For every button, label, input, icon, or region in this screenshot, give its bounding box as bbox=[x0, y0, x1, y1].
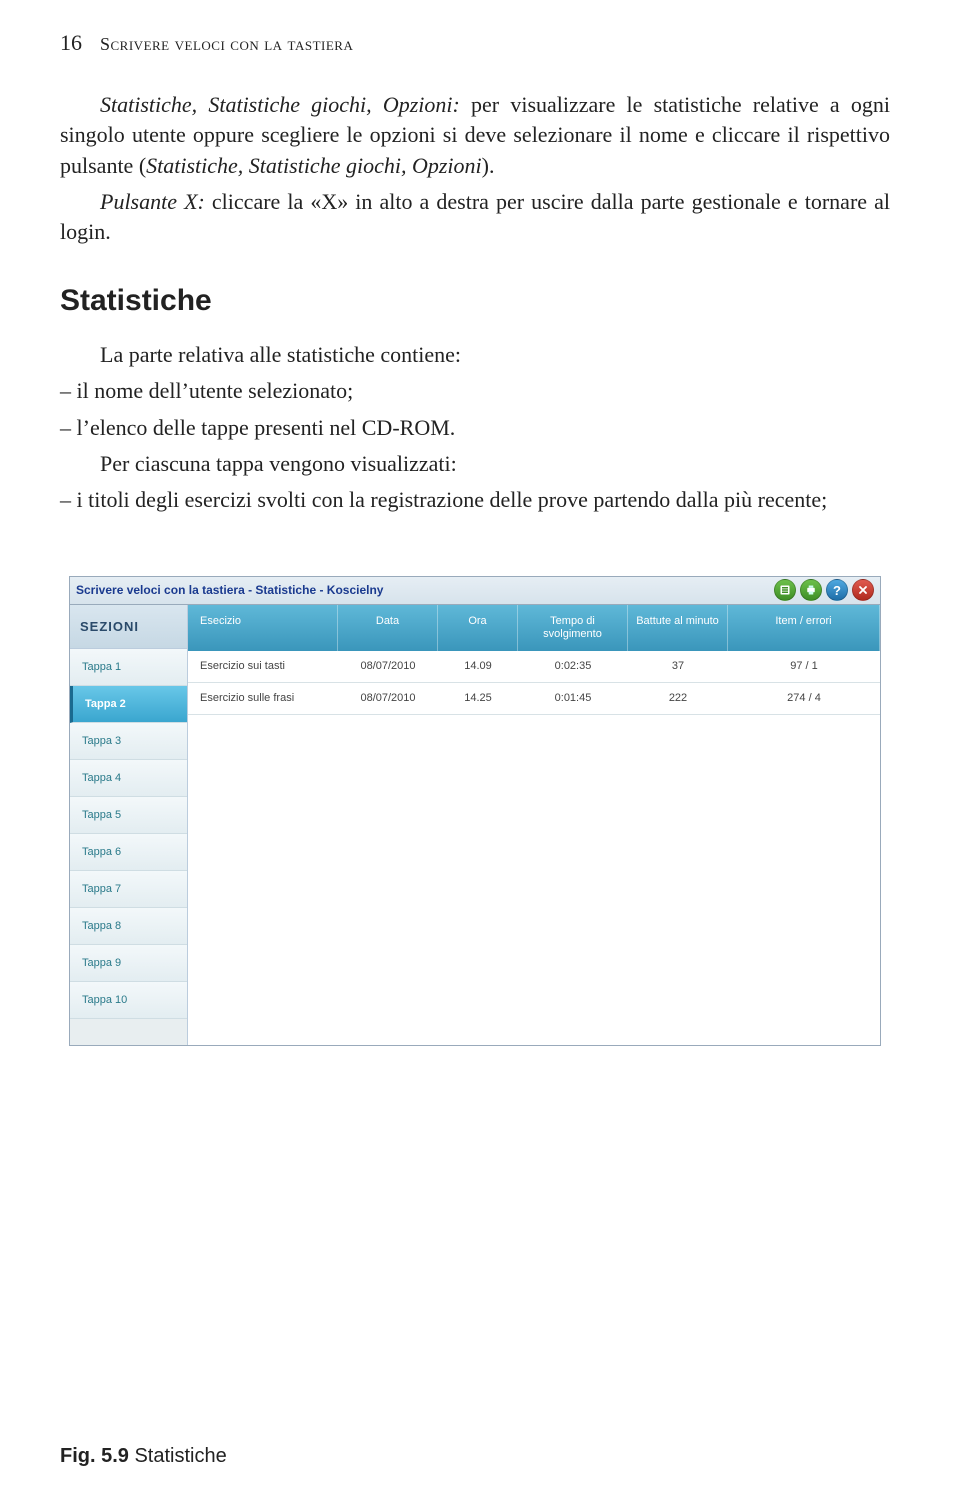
sidebar-heading: SEZIONI bbox=[70, 605, 187, 649]
cell-item: 97 / 1 bbox=[728, 651, 880, 682]
cell-data: 08/07/2010 bbox=[338, 651, 438, 682]
titlebar: Scrivere veloci con la tastiera - Statis… bbox=[70, 577, 880, 605]
table-row[interactable]: Esercizio sulle frasi08/07/201014.250:01… bbox=[188, 683, 880, 715]
col-item: Item / errori bbox=[728, 605, 880, 651]
close-button[interactable] bbox=[852, 579, 874, 601]
cell-tempo: 0:01:45 bbox=[518, 683, 628, 714]
sidebar-item-tappa-6[interactable]: Tappa 6 bbox=[70, 834, 187, 871]
cell-battute: 37 bbox=[628, 651, 728, 682]
sidebar-item-tappa-4[interactable]: Tappa 4 bbox=[70, 760, 187, 797]
figure-caption: Fig. 5.9 Statistiche bbox=[60, 1445, 227, 1468]
sidebar-item-tappa-8[interactable]: Tappa 8 bbox=[70, 908, 187, 945]
list-item-1: – il nome dell’utente selezionato; bbox=[60, 376, 890, 406]
list-item-3: – i titoli degli esercizi svolti con la … bbox=[60, 485, 890, 515]
statistics-window: Scrivere veloci con la tastiera - Statis… bbox=[69, 576, 881, 1046]
figure-label: Fig. 5.9 bbox=[60, 1445, 129, 1467]
cell-esercizio: Esercizio sui tasti bbox=[188, 651, 338, 682]
sidebar-item-tappa-3[interactable]: Tappa 3 bbox=[70, 723, 187, 760]
close-icon bbox=[857, 584, 869, 596]
page-number: 16 bbox=[60, 30, 82, 56]
sidebar-item-tappa-2[interactable]: Tappa 2 bbox=[70, 686, 187, 723]
table-row[interactable]: Esercizio sui tasti08/07/201014.090:02:3… bbox=[188, 651, 880, 683]
export-icon bbox=[779, 584, 791, 596]
paragraph-3: La parte relativa alle statistiche conti… bbox=[60, 340, 890, 370]
cell-esercizio: Esercizio sulle frasi bbox=[188, 683, 338, 714]
para1-tail: ). bbox=[482, 153, 495, 178]
help-icon: ? bbox=[833, 583, 841, 598]
para1-lead: Statistiche, Statistiche giochi, Opzioni… bbox=[100, 92, 460, 117]
sidebar-item-tappa-1[interactable]: Tappa 1 bbox=[70, 649, 187, 686]
col-battute: Battute al minuto bbox=[628, 605, 728, 651]
running-head: Scrivere veloci con la tastiera bbox=[100, 34, 353, 55]
sidebar-item-tappa-5[interactable]: Tappa 5 bbox=[70, 797, 187, 834]
sidebar: SEZIONI Tappa 1Tappa 2Tappa 3Tappa 4Tapp… bbox=[70, 605, 188, 1045]
para1-italics: Statistiche, Statistiche giochi, Opzioni bbox=[146, 153, 481, 178]
cell-tempo: 0:02:35 bbox=[518, 651, 628, 682]
col-tempo: Tempo di svolgimento bbox=[518, 605, 628, 651]
col-esercizio: Esecizio bbox=[188, 605, 338, 651]
paragraph-2: Pulsante X: cliccare la «X» in alto a de… bbox=[60, 187, 890, 248]
cell-data: 08/07/2010 bbox=[338, 683, 438, 714]
para2-lead: Pulsante X: bbox=[100, 189, 205, 214]
print-button[interactable] bbox=[800, 579, 822, 601]
table-header: Esecizio Data Ora Tempo di svolgimento B… bbox=[188, 605, 880, 651]
list-item-2: – l’elenco delle tappe presenti nel CD-R… bbox=[60, 413, 890, 443]
cell-ora: 14.09 bbox=[438, 651, 518, 682]
paragraph-4: Per ciascuna tappa vengono visualizzati: bbox=[60, 449, 890, 479]
col-ora: Ora bbox=[438, 605, 518, 651]
section-heading: Statistiche bbox=[60, 284, 890, 318]
window-title: Scrivere veloci con la tastiera - Statis… bbox=[76, 583, 770, 597]
sidebar-item-tappa-9[interactable]: Tappa 9 bbox=[70, 945, 187, 982]
sidebar-item-tappa-7[interactable]: Tappa 7 bbox=[70, 871, 187, 908]
export-button[interactable] bbox=[774, 579, 796, 601]
main-panel: Esecizio Data Ora Tempo di svolgimento B… bbox=[188, 605, 880, 1045]
cell-ora: 14.25 bbox=[438, 683, 518, 714]
cell-item: 274 / 4 bbox=[728, 683, 880, 714]
figure-caption-text: Statistiche bbox=[129, 1445, 227, 1467]
print-icon bbox=[805, 584, 817, 596]
help-button[interactable]: ? bbox=[826, 579, 848, 601]
cell-battute: 222 bbox=[628, 683, 728, 714]
sidebar-item-tappa-10[interactable]: Tappa 10 bbox=[70, 982, 187, 1019]
col-data: Data bbox=[338, 605, 438, 651]
paragraph-1: Statistiche, Statistiche giochi, Opzioni… bbox=[60, 90, 890, 181]
